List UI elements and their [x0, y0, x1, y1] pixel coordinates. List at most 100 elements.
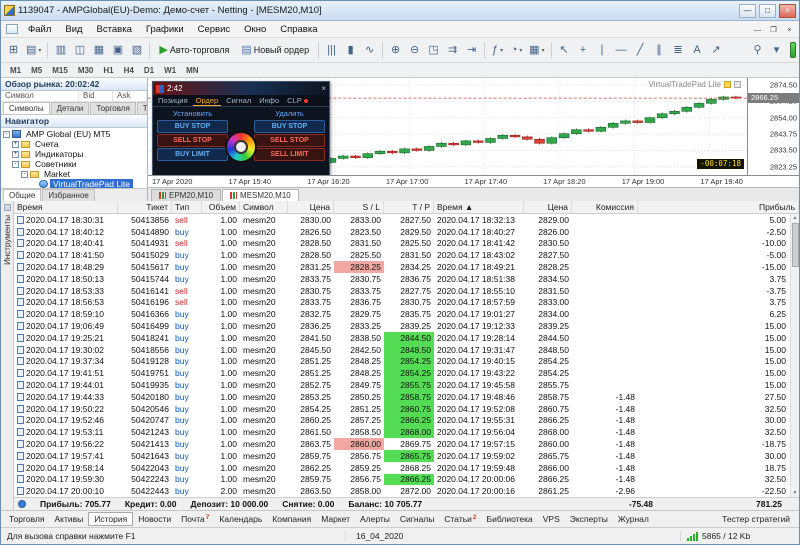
chart-tab-mesm20[interactable]: MESM20,M10 — [222, 189, 299, 201]
timeframe-mn[interactable]: MN — [181, 65, 203, 76]
timeframe-m15[interactable]: M15 — [47, 65, 73, 76]
bar-chart-button[interactable]: ||| — [322, 40, 341, 60]
table-row[interactable]: 2020.04.17 19:37:34 50419128 buy 1.00 mesm20… — [14, 355, 799, 368]
time-axis[interactable]: 17 Apr 2020 17 Apr 15:40 17 Apr 16:20 17 Ap… — [148, 175, 799, 187]
table-row[interactable]: 2020.04.17 19:57:41 50421643 buy 1.00 mesm20… — [14, 449, 799, 462]
zoom-in-button[interactable]: ⊕ — [386, 40, 405, 60]
tree-expander-icon[interactable]: - — [12, 160, 19, 168]
candle-chart-button[interactable]: ▮ — [341, 40, 360, 60]
tree-item-accounts[interactable]: + Счета — [1, 139, 147, 149]
cursor-button[interactable]: ↖ — [555, 40, 574, 60]
col-time-open[interactable]: Время — [14, 201, 118, 213]
tile-windows-button[interactable]: ◳ — [424, 40, 443, 60]
toolbox-tab-company[interactable]: Компания — [267, 512, 316, 526]
table-row[interactable]: 2020.04.17 20:00:10 50422443 buy 2.00 mesm20… — [14, 485, 799, 497]
toolbox-tab-signals[interactable]: Сигналы — [395, 512, 439, 526]
navigator-header[interactable]: Навигатор — [1, 115, 147, 128]
vtp-set-buy-stop-button[interactable]: BUY STOP — [157, 120, 228, 133]
vtp-title-bar[interactable]: 2:42 × — [153, 82, 329, 95]
table-row[interactable]: 2020.04.17 18:41:50 50415029 buy 1.00 mesm20… — [14, 249, 799, 261]
vtp-target-icon[interactable] — [227, 133, 255, 162]
col-type[interactable]: Тип — [172, 201, 202, 213]
toolbox-button[interactable]: ▣ — [108, 40, 127, 60]
table-row[interactable]: 2020.04.17 18:56:53 50416196 sell 1.00 mesm2… — [14, 297, 799, 309]
table-row[interactable]: 2020.04.17 19:06:49 50416499 buy 1.00 mesm20… — [14, 320, 799, 332]
table-row[interactable]: 2020.04.17 18:30:31 50413856 sell 1.00 mesm2… — [14, 214, 799, 226]
scroll-up-icon[interactable]: ▲ — [793, 214, 798, 222]
tree-expander-icon[interactable]: - — [3, 130, 10, 138]
toolbox-tab-articles[interactable]: Статьи 2 — [439, 512, 481, 526]
data-window-button[interactable]: ◫ — [70, 40, 89, 60]
mw-tab-details[interactable]: Детали — [50, 102, 90, 114]
table-row[interactable]: 2020.04.17 19:50:22 50420546 buy 1.00 mesm20… — [14, 402, 799, 415]
toolbox-tab-experts[interactable]: Эксперты — [565, 512, 613, 526]
vertical-line-button[interactable]: ∣ — [593, 40, 612, 60]
crosshair-button[interactable]: + — [574, 40, 593, 60]
table-row[interactable]: 2020.04.17 19:59:30 50422243 buy 1.00 mesm20… — [14, 473, 799, 486]
timeframe-h4[interactable]: H4 — [119, 65, 139, 76]
chart-shift-button[interactable]: ⇥ — [462, 40, 481, 60]
tree-item-virtualtradepad[interactable]: VirtualTradePad Lite — [1, 179, 147, 188]
tree-item-market[interactable]: - Market — [1, 169, 147, 179]
auto-trading-button[interactable]: ▶ Авто-торговля — [153, 40, 235, 60]
mw-tab-ticks[interactable]: Тики — [136, 102, 147, 114]
toolbox-side-strip[interactable]: Инструменты — [1, 201, 14, 510]
maximize-button[interactable]: □ — [759, 3, 776, 18]
table-row[interactable]: 2020.04.17 19:25:21 50418241 buy 1.00 mesm20… — [14, 331, 799, 344]
close-button[interactable]: × — [779, 3, 796, 18]
toolbox-tab-assets[interactable]: Активы — [50, 512, 89, 526]
col-price-close[interactable]: Цена — [524, 201, 572, 213]
vtp-del-buy-stop-button[interactable]: BUY STOP — [254, 120, 325, 133]
strategy-tester-panel-label[interactable]: Тестер стратегий — [716, 512, 796, 526]
col-volume[interactable]: Объем — [202, 201, 240, 213]
navigator-tab-common[interactable]: Общие — [3, 189, 42, 201]
chart-tab-epm20[interactable]: EPM20,M10 — [151, 189, 222, 201]
chart-system-menu-icon[interactable] — [6, 24, 18, 34]
tree-expander-icon[interactable]: - — [21, 170, 28, 178]
table-row[interactable]: 2020.04.17 19:52:46 50420747 buy 1.00 mesm20… — [14, 414, 799, 427]
vtp-set-buy-limit-button[interactable]: BUY LIMIT — [157, 148, 228, 161]
smiley-icon[interactable] — [724, 81, 731, 88]
mw-tab-trading[interactable]: Торговля — [90, 102, 136, 114]
table-row[interactable]: 2020.04.17 18:40:41 50414931 sell 1.00 mesm2… — [14, 238, 799, 250]
vtp-panel[interactable]: 2:42 × Позиция Ордер Сигнал Инфо CLP Установ… — [152, 81, 330, 175]
text-button[interactable]: A — [688, 40, 707, 60]
vtp-tab-position[interactable]: Позиция — [155, 96, 191, 105]
tree-expander-icon[interactable]: + — [12, 150, 19, 158]
table-row[interactable]: 2020.04.17 18:48:29 50415617 buy 1.00 mesm20… — [14, 261, 799, 273]
search-dropdown-button[interactable]: ▾ — [767, 40, 786, 60]
table-row[interactable]: 2020.04.17 19:58:14 50422043 buy 1.00 mesm20… — [14, 462, 799, 474]
menu-charts[interactable]: Графики — [139, 22, 191, 37]
line-chart-button[interactable]: ∿ — [360, 40, 379, 60]
search-button[interactable]: ⚲ — [748, 40, 767, 60]
table-row[interactable]: 2020.04.17 18:50:13 50415744 buy 1.00 mesm20… — [14, 273, 799, 285]
toolbox-tab-trade[interactable]: Торговля — [4, 512, 50, 526]
menu-help[interactable]: Справка — [273, 22, 324, 37]
toolbox-tab-mailbox[interactable]: Почта 7 — [176, 512, 214, 526]
fibonacci-button[interactable]: ≣ — [669, 40, 688, 60]
tree-item-broker[interactable]: - AMP Global (EU) MT5 — [1, 129, 147, 139]
scrollbar-thumb[interactable] — [791, 223, 799, 267]
table-row[interactable]: 2020.04.17 18:53:33 50416141 sell 1.00 mesm2… — [14, 285, 799, 297]
mw-tab-symbols[interactable]: Символы — [3, 102, 50, 114]
scroll-down-icon[interactable]: ▼ — [793, 489, 798, 497]
vtp-tab-info[interactable]: Инфо — [256, 96, 282, 105]
mw-column-0[interactable]: Символ — [1, 91, 79, 101]
profiles-button[interactable]: ▤ ▾ — [23, 40, 44, 60]
table-row[interactable]: 2020.04.17 18:40:12 50414890 buy 1.00 mesm20… — [14, 226, 799, 238]
menu-tools[interactable]: Сервис — [191, 22, 238, 37]
toolbox-tab-calendar[interactable]: Календарь — [214, 512, 267, 526]
timeframe-m5[interactable]: M5 — [26, 65, 47, 76]
vtp-tab-signal[interactable]: Сигнал — [223, 96, 254, 105]
vtp-del-sell-stop-button[interactable]: SELL STOP — [254, 134, 325, 147]
toolbox-tab-market[interactable]: Маркет — [316, 512, 355, 526]
col-sl[interactable]: S / L — [334, 201, 384, 213]
child-close-button[interactable]: × — [782, 23, 797, 35]
timeframe-m30[interactable]: M30 — [73, 65, 99, 76]
tree-item-indicators[interactable]: + Индикаторы — [1, 149, 147, 159]
menu-file[interactable]: Файл — [21, 22, 58, 37]
table-row[interactable]: 2020.04.17 19:44:33 50420180 buy 1.00 mesm20… — [14, 390, 799, 403]
timeframe-d1[interactable]: D1 — [139, 65, 159, 76]
table-scrollbar[interactable]: ▲ ▼ — [790, 214, 799, 497]
trendline-button[interactable]: ╱ — [631, 40, 650, 60]
